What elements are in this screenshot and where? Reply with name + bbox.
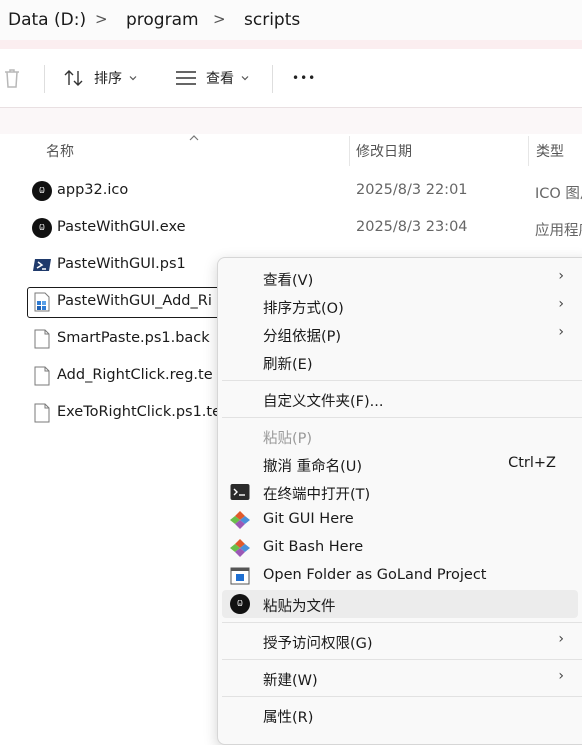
more-options-button[interactable]: ••• (292, 49, 316, 107)
app-logo-icon: Ѡ (32, 218, 52, 238)
trash-icon (5, 69, 19, 88)
menu-item-label: 撤消 重命名(U) (263, 459, 363, 475)
chevron-right-icon: › (558, 268, 564, 284)
breadcrumb-item-program[interactable]: program (126, 10, 199, 30)
file-name: ExeToRightClick.ps1.te (57, 404, 222, 420)
view-label: 查看 (206, 71, 234, 87)
menu-item-label: 粘贴(P) (263, 431, 313, 447)
file-row[interactable]: Ѡ app32.ico 2025/8/3 22:01 ICO 图片 (0, 173, 582, 209)
menu-item-shortcut: Ctrl+Z (508, 455, 556, 471)
file-type: ICO 图片 (535, 186, 582, 202)
file-row[interactable]: Ѡ PasteWithGUI.exe 2025/8/3 23:04 应用程序 (0, 210, 582, 246)
column-header-date[interactable]: 修改日期 (356, 134, 412, 168)
terminal-icon (230, 484, 250, 500)
menu-item-label: 授予访问权限(G) (263, 636, 373, 652)
file-icon (34, 403, 50, 423)
menu-item-label: 属性(R) (263, 710, 314, 726)
view-icon (176, 71, 196, 85)
chevron-right-icon: › (558, 324, 564, 340)
menu-item-git-gui[interactable]: Git GUI Here (222, 506, 578, 534)
sort-label: 排序 (94, 71, 122, 87)
menu-item-label: 在终端中打开(T) (263, 487, 371, 503)
file-icon (34, 329, 50, 349)
chevron-right-icon: > (95, 10, 108, 28)
menu-item-sort[interactable]: 排序方式(O) › (222, 292, 578, 320)
chevron-down-icon (129, 76, 137, 81)
file-date: 2025/8/3 23:04 (356, 219, 468, 235)
breadcrumb-item-scripts[interactable]: scripts (244, 10, 300, 30)
menu-item-group[interactable]: 分组依据(P) › (222, 320, 578, 348)
file-name: PasteWithGUI.ps1 (57, 256, 186, 272)
toolbar-divider (272, 65, 273, 93)
menu-item-paste: 粘贴(P) (222, 422, 578, 450)
goland-icon (230, 567, 250, 585)
chevron-right-icon: > (213, 10, 226, 28)
menu-item-label: 新建(W) (263, 673, 318, 689)
file-name: SmartPaste.ps1.back (57, 330, 210, 346)
column-header-name[interactable]: 名称 (46, 134, 74, 168)
git-bash-icon (230, 539, 250, 557)
menu-separator (222, 696, 582, 697)
sort-icon (64, 70, 83, 86)
menu-item-label: Git Bash Here (263, 539, 364, 555)
menu-item-label: 刷新(E) (263, 357, 313, 373)
sort-button[interactable]: 排序 (63, 49, 138, 107)
column-header-type[interactable]: 类型 (536, 134, 564, 168)
chevron-right-icon: › (558, 296, 564, 312)
address-bar-edge (0, 40, 582, 49)
app-logo-icon: Ѡ (32, 181, 52, 201)
menu-item-label: Git GUI Here (263, 511, 354, 527)
menu-item-refresh[interactable]: 刷新(E) (222, 348, 578, 376)
file-date: 2025/8/3 22:01 (356, 182, 468, 198)
chevron-right-icon: › (558, 631, 564, 647)
file-name: PasteWithGUI_Add_Ri (57, 293, 212, 309)
menu-item-label: 排序方式(O) (263, 301, 344, 317)
file-icon (34, 366, 50, 386)
menu-item-open-goland[interactable]: Open Folder as GoLand Project (222, 562, 578, 590)
menu-item-grant-access[interactable]: 授予访问权限(G) › (222, 627, 578, 655)
menu-separator (222, 622, 582, 623)
menu-separator (222, 380, 582, 381)
list-top-spacer (0, 108, 582, 134)
breadcrumb: Data (D:) > program > scripts (0, 0, 582, 40)
file-name: app32.ico (57, 182, 129, 198)
menu-item-git-bash[interactable]: Git Bash Here (222, 534, 578, 562)
menu-item-properties[interactable]: 属性(R) (222, 701, 578, 729)
command-bar: 排序 查看 ••• (0, 49, 582, 108)
menu-separator (222, 659, 582, 660)
delete-button[interactable] (2, 49, 22, 107)
menu-item-customize-folder[interactable]: 自定义文件夹(F)... (222, 385, 578, 413)
menu-item-view[interactable]: 查看(V) › (222, 264, 578, 292)
menu-item-label: 查看(V) (263, 273, 314, 289)
chevron-right-icon: › (558, 668, 564, 684)
menu-item-new[interactable]: 新建(W) › (222, 664, 578, 692)
file-type: 应用程序 (535, 223, 582, 239)
powershell-icon (33, 259, 51, 271)
registry-icon (34, 292, 50, 312)
chevron-down-icon (241, 76, 249, 81)
column-divider[interactable] (528, 136, 529, 166)
menu-item-label: 粘贴为文件 (263, 599, 336, 615)
menu-item-open-terminal[interactable]: 在终端中打开(T) (222, 478, 578, 506)
menu-item-label: 自定义文件夹(F)... (263, 394, 384, 410)
file-name: PasteWithGUI.exe (57, 219, 186, 235)
menu-item-paste-as-file[interactable]: Ѡ 粘贴为文件 (222, 590, 578, 618)
git-gui-icon (230, 511, 250, 529)
breadcrumb-item-drive[interactable]: Data (D:) (8, 10, 86, 30)
column-divider[interactable] (349, 136, 350, 166)
menu-item-label: 分组依据(P) (263, 329, 342, 345)
toolbar-divider (44, 65, 45, 93)
menu-item-undo-rename[interactable]: 撤消 重命名(U) Ctrl+Z (222, 450, 578, 478)
app-logo-icon: Ѡ (230, 594, 250, 614)
context-menu: 查看(V) › 排序方式(O) › 分组依据(P) › 刷新(E) 自定义文件夹… (217, 257, 582, 745)
menu-item-label: Open Folder as GoLand Project (263, 567, 487, 583)
view-button[interactable]: 查看 (175, 49, 250, 107)
sort-ascending-icon (189, 135, 199, 141)
file-name: Add_RightClick.reg.te (57, 367, 213, 383)
menu-separator (222, 417, 582, 418)
